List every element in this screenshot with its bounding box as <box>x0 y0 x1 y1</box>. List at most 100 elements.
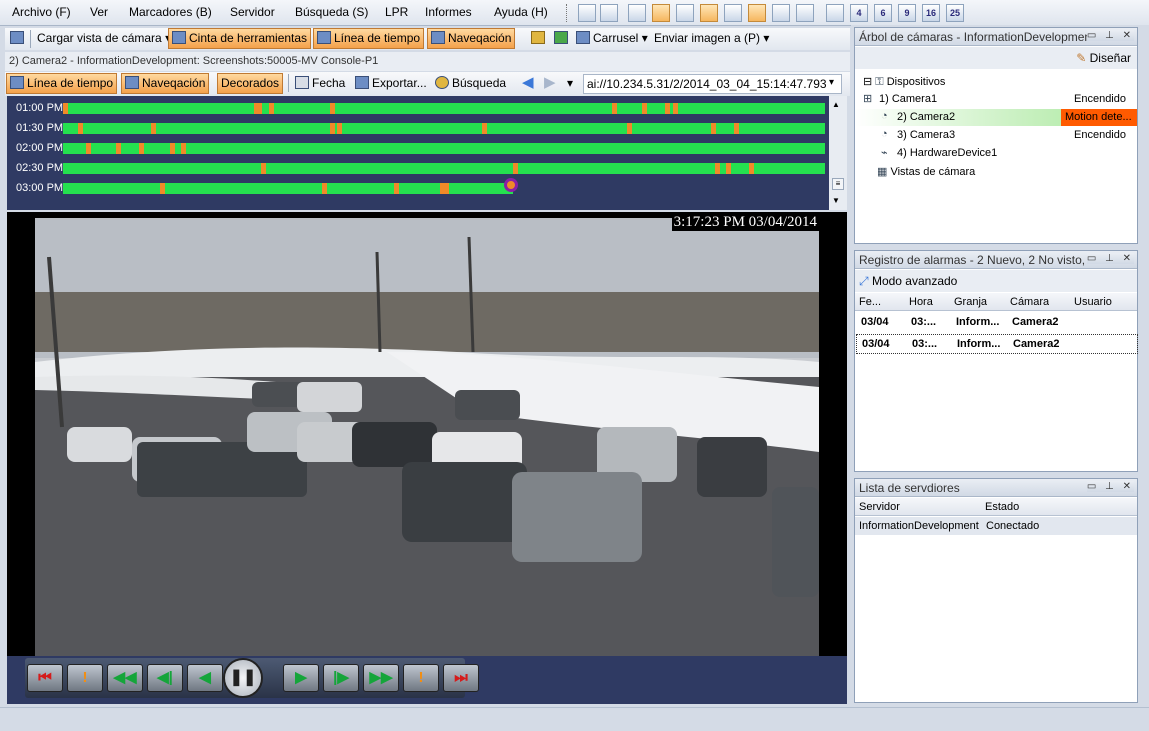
video-view[interactable]: 3:17:23 PM 03/04/2014 <box>7 212 847 656</box>
menu-marcadores[interactable]: Marcadores (B) <box>129 5 212 19</box>
menu-servidor[interactable]: Servidor <box>230 5 275 19</box>
address-input[interactable] <box>583 74 842 94</box>
menu-ayuda[interactable]: Ayuda (H) <box>494 5 548 19</box>
lock-button[interactable] <box>528 28 551 49</box>
timeline-button[interactable]: Línea de tiempo <box>6 73 118 94</box>
play-button[interactable]: ▶ <box>283 664 319 692</box>
event-mark[interactable] <box>512 163 518 174</box>
save-view-button[interactable] <box>7 28 30 49</box>
chevron-down-icon[interactable]: ▾ <box>829 77 834 88</box>
alarm-column-header[interactable]: Granja <box>954 296 987 308</box>
date-button[interactable]: Fecha <box>292 73 348 94</box>
back-arrow-button[interactable]: ◀ <box>519 73 537 94</box>
skip-end-button[interactable]: ⏭ <box>443 664 479 692</box>
event-mark[interactable] <box>85 143 91 154</box>
tree-camera-item[interactable]: ◔ 2) Camera2 Motion dete... <box>855 109 1137 126</box>
navigation-button[interactable]: Naveqación <box>121 73 210 94</box>
timeline-row[interactable]: 02:00 PM <box>7 139 839 157</box>
panel-window-buttons[interactable]: ▭ ⊥ ✕ <box>1086 30 1134 41</box>
layout-quad-icon[interactable] <box>796 4 814 22</box>
event-mark[interactable] <box>268 103 274 114</box>
event-mark[interactable] <box>337 123 343 134</box>
layout-grid-icon[interactable] <box>748 4 766 22</box>
step-forward-button[interactable]: |▶ <box>323 664 359 692</box>
timeline-bar[interactable] <box>63 183 513 194</box>
alarm-column-header[interactable]: Cámara <box>1010 296 1049 308</box>
layout-25-icon[interactable]: 25 <box>946 4 964 22</box>
timeline-row[interactable]: 01:30 PM <box>7 119 839 137</box>
alarm-row[interactable]: 03/04 03:... Inform... Camera2 <box>856 334 1138 354</box>
export-button[interactable]: Exportar... <box>352 73 430 94</box>
event-mark[interactable] <box>261 163 267 174</box>
alarm-column-header[interactable]: Usuario <box>1074 296 1112 308</box>
snapshot-button[interactable] <box>551 28 574 49</box>
event-mark[interactable] <box>664 103 670 114</box>
timeline-scrollbar[interactable]: ▲ ≡ ▼ <box>829 96 847 210</box>
load-view-button[interactable]: Cargar vista de cámara ▾ <box>34 28 174 49</box>
layout-4-icon[interactable]: 4 <box>850 4 868 22</box>
alarm-column-header[interactable]: Hora <box>909 296 933 308</box>
add-icon[interactable] <box>578 4 596 22</box>
scroll-up-icon[interactable]: ▲ <box>832 100 840 109</box>
timeline-bar[interactable] <box>63 123 825 134</box>
timeline[interactable]: 01:00 PM 01:30 PM 02:00 PM 02:30 PM 03:00 PM… <box>7 96 847 210</box>
event-mark[interactable] <box>116 143 122 154</box>
layout-list-icon[interactable] <box>724 4 742 22</box>
menu-archivo[interactable]: Archivo (F) <box>12 5 71 19</box>
event-mark[interactable] <box>150 123 156 134</box>
event-mark[interactable] <box>642 103 648 114</box>
design-button[interactable]: ✎ Diseñar <box>1076 51 1131 65</box>
event-mark[interactable] <box>78 123 84 134</box>
decorated-button[interactable]: Decorados <box>217 73 284 94</box>
fast-rewind-button[interactable]: ◀◀ <box>107 664 143 692</box>
single-view-icon[interactable] <box>628 4 646 22</box>
event-mark[interactable] <box>329 123 335 134</box>
event-mark[interactable] <box>626 123 632 134</box>
tree-root[interactable]: ⊟ ⚿ Dispositivos <box>863 75 945 89</box>
fast-forward-button[interactable]: ▶▶ <box>363 664 399 692</box>
advanced-mode-button[interactable]: ⤢ Modo avanzado <box>859 274 957 289</box>
event-mark[interactable] <box>322 183 328 194</box>
server-row[interactable]: InformationDevelopment Conectado <box>855 517 1137 535</box>
event-mark[interactable] <box>710 123 716 134</box>
timeline-row[interactable]: 03:00 PM <box>7 179 839 197</box>
playhead[interactable] <box>504 178 518 192</box>
search-button[interactable]: Búsqueda <box>432 73 509 94</box>
pause-button[interactable]: ❚❚ <box>223 658 263 698</box>
toolbar-toggle-button[interactable]: Cinta de herramientas <box>168 28 312 49</box>
event-mark[interactable] <box>139 143 145 154</box>
ptz-move-icon[interactable] <box>676 4 694 22</box>
event-mark[interactable] <box>714 163 720 174</box>
layout-1-icon[interactable] <box>826 4 844 22</box>
history-dropdown[interactable]: ▾ <box>564 73 576 94</box>
panel-window-buttons[interactable]: ▭ ⊥ ✕ <box>1086 481 1134 492</box>
rewind-button[interactable]: ◀ <box>187 664 223 692</box>
menu-busqueda[interactable]: Búsqueda (S) <box>295 5 368 19</box>
event-mark[interactable] <box>672 103 678 114</box>
tree-camera-item[interactable]: ◔ 3) Camera3 Encendido <box>855 127 1137 144</box>
timeline-toggle-button[interactable]: Línea de tiempo <box>313 28 425 49</box>
event-mark[interactable] <box>169 143 175 154</box>
tree-camera-item[interactable]: ⊞ 1) Camera1 Encendido <box>855 91 1137 108</box>
layout-panel-icon[interactable] <box>700 4 718 22</box>
camera-views-node[interactable]: ▦ Vistas de cámara <box>877 165 975 178</box>
layout-9-icon[interactable]: 9 <box>898 4 916 22</box>
event-mark[interactable] <box>394 183 400 194</box>
layout-icon[interactable] <box>652 4 670 22</box>
event-mark[interactable] <box>611 103 617 114</box>
alarm-row[interactable]: 03/04 03:... Inform... Camera2 <box>856 313 1138 333</box>
layout-6-icon[interactable]: 6 <box>874 4 892 22</box>
event-mark[interactable] <box>159 183 165 194</box>
alarm-column-header[interactable]: Fe... <box>859 296 881 308</box>
event-mark[interactable] <box>181 143 187 154</box>
step-back-button[interactable]: ◀| <box>147 664 183 692</box>
timeline-row[interactable]: 02:30 PM <box>7 159 839 177</box>
layout-split-icon[interactable] <box>772 4 790 22</box>
edit-icon[interactable] <box>600 4 618 22</box>
menu-ver[interactable]: Ver <box>90 5 108 19</box>
menu-informes[interactable]: Informes <box>425 5 472 19</box>
event-mark[interactable] <box>63 103 68 114</box>
forward-arrow-button[interactable]: ▶ <box>541 73 559 94</box>
navigation-toggle-button[interactable]: Naveqación <box>427 28 516 49</box>
bookmark-prev-button[interactable]: ! <box>67 664 103 692</box>
